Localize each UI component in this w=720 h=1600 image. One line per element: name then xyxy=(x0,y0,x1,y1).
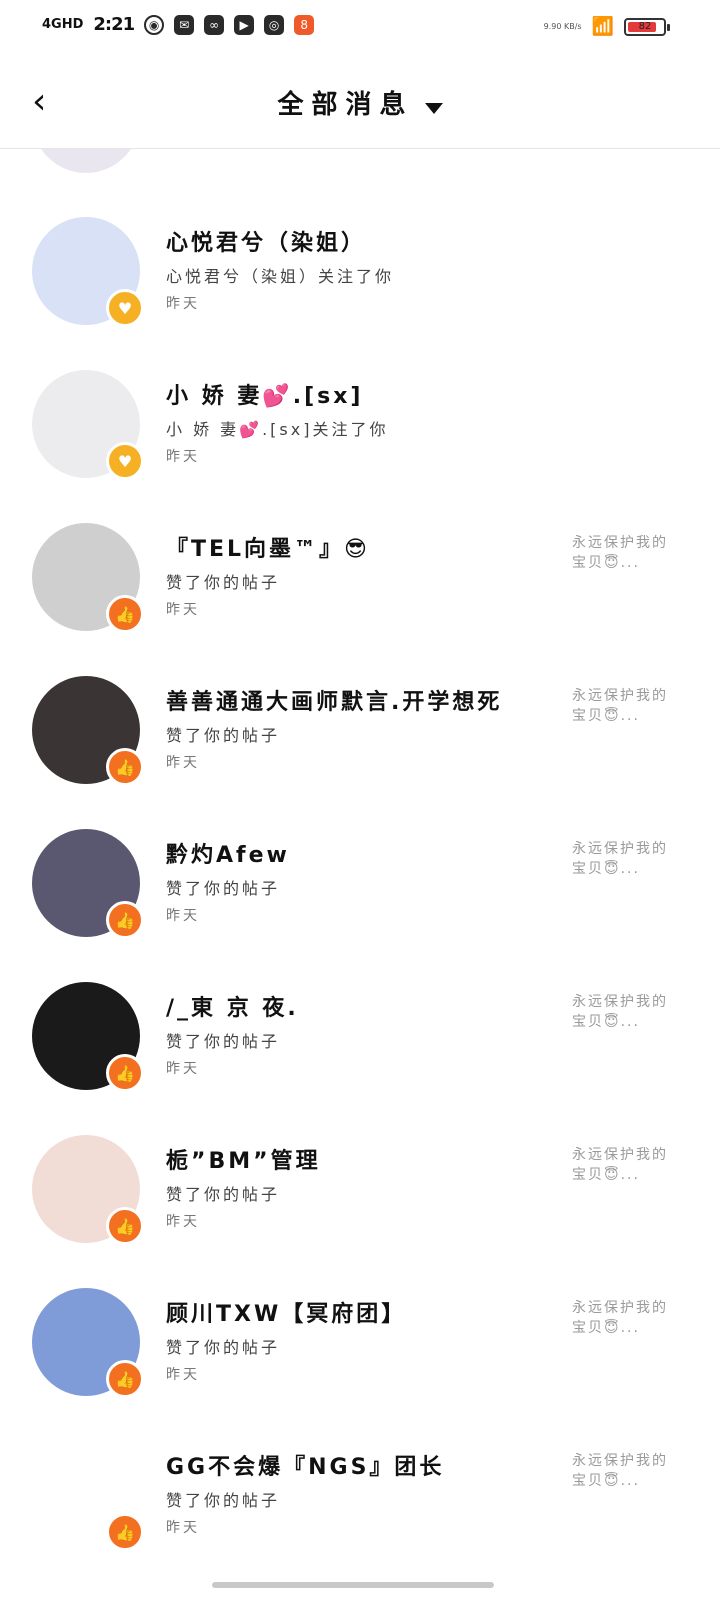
avatar-wrap[interactable]: 👍 xyxy=(32,829,144,939)
avatar-wrap[interactable]: 👍 xyxy=(32,676,144,786)
link-icon: ∞ xyxy=(204,14,225,35)
post-snippet[interactable]: 永远保护我的宝贝😇... xyxy=(572,1451,668,1491)
list-item-partial[interactable]: 👍 xyxy=(32,149,140,173)
post-snippet[interactable]: 永远保护我的宝贝😇... xyxy=(572,839,668,879)
user-name[interactable]: 栀”BM”管理 xyxy=(166,1143,321,1175)
home-indicator[interactable] xyxy=(212,1582,494,1588)
timestamp: 昨天 xyxy=(166,449,200,465)
avatar-wrap[interactable]: 👍 xyxy=(32,982,144,1092)
timestamp: 昨天 xyxy=(166,1061,200,1077)
avatar-wrap[interactable]: ♥ xyxy=(32,217,144,327)
notification-item[interactable]: 👍 栀”BM”管理赞了你的帖子 昨天 永远保护我的宝贝😇... xyxy=(0,1113,720,1266)
notification-item[interactable]: 👍 黔灼Afew 赞了你的帖子 昨天 永远保护我的宝贝😇... xyxy=(0,807,720,960)
notification-item[interactable]: 👍 GG不会爆『NGS』团长赞了你的帖子 昨天 永远保护我的宝贝😇... xyxy=(0,1419,720,1572)
clock: 2:21 xyxy=(93,14,135,35)
timestamp: 昨天 xyxy=(166,1214,200,1230)
heart-icon: ♥ xyxy=(106,442,144,480)
battery-level: 82 xyxy=(638,20,652,32)
post-snippet[interactable]: 永远保护我的宝贝😇... xyxy=(572,1298,668,1338)
thumbs-up-icon: 👍 xyxy=(106,1360,144,1398)
thumbs-up-icon: 👍 xyxy=(106,1207,144,1245)
notification-action: 赞了你的帖子 xyxy=(166,1032,281,1051)
timestamp: 昨天 xyxy=(166,755,200,771)
notification-action: 赞了你的帖子 xyxy=(166,726,281,745)
user-name[interactable]: 『TEL向墨™』😎 xyxy=(166,531,370,563)
notification-action: 心悦君兮（染姐）关注了你 xyxy=(166,267,395,286)
header: ‹ 全部消息 xyxy=(0,56,720,149)
avatar-wrap[interactable]: 👍 xyxy=(32,1135,144,1245)
timestamp: 昨天 xyxy=(166,1520,200,1536)
app-icon: 8 xyxy=(294,14,315,35)
post-snippet[interactable]: 永远保护我的宝贝😇... xyxy=(572,1145,668,1185)
wifi-icon: 📶 xyxy=(591,16,614,37)
notification-action: 赞了你的帖子 xyxy=(166,879,281,898)
network-indicator: 4GHD xyxy=(42,16,84,32)
user-name[interactable]: 小 娇 妻💕.[sx] xyxy=(166,378,363,410)
post-snippet[interactable]: 永远保护我的宝贝😇... xyxy=(572,533,668,573)
notification-item[interactable]: 👍 善善通通大画师默言.开学想死赞了你的帖子 昨天 永远保护我的宝贝😇... xyxy=(0,654,720,807)
post-snippet[interactable]: 永远保护我的宝贝😇... xyxy=(572,686,668,726)
mail-icon: ✉ xyxy=(174,14,195,35)
status-bar-right: 9.90 KB/s 📶 82 xyxy=(543,16,670,37)
avatar-wrap[interactable]: 👍 xyxy=(32,523,144,633)
timestamp: 昨天 xyxy=(166,296,200,312)
title-dropdown[interactable]: 全部消息 xyxy=(0,84,720,121)
post-snippet[interactable]: 永远保护我的宝贝😇... xyxy=(572,992,668,1032)
timestamp: 昨天 xyxy=(166,602,200,618)
notification-item[interactable]: 👍 『TEL向墨™』😎 赞了你的帖子 昨天 永远保护我的宝贝😇... xyxy=(0,501,720,654)
wechat-icon: ◎ xyxy=(264,14,285,35)
battery-icon: 82 xyxy=(624,17,670,36)
timestamp: 昨天 xyxy=(166,908,200,924)
notification-action: 赞了你的帖子 xyxy=(166,1491,281,1510)
status-bar: 4GHD 2:21 ◉ ✉ ∞ ▶ ◎ 8 9.90 KB/s 📶 82 xyxy=(0,0,720,56)
thumbs-up-icon: 👍 xyxy=(106,1054,144,1092)
user-name[interactable]: 心悦君兮（染姐） xyxy=(166,225,366,257)
netease-music-icon: ◉ xyxy=(144,14,165,35)
timestamp: 昨天 xyxy=(166,1367,200,1383)
notification-action: 赞了你的帖子 xyxy=(166,1338,281,1357)
thumbs-up-icon: 👍 xyxy=(106,901,144,939)
thumbs-up-icon: 👍 xyxy=(106,1513,144,1551)
page-title: 全部消息 xyxy=(277,90,414,120)
notification-item[interactable]: 👍 /_東 京 夜. 赞了你的帖子 昨天 永远保护我的宝贝😇... xyxy=(0,960,720,1113)
user-name[interactable]: /_東 京 夜. xyxy=(166,990,299,1022)
heart-icon: ♥ xyxy=(106,289,144,327)
user-name[interactable]: 善善通通大画师默言.开学想死 xyxy=(166,684,502,716)
thumbs-up-icon: 👍 xyxy=(106,595,144,633)
notification-list[interactable]: 👍 ♥ 心悦君兮（染姐） 心悦君兮（染姐）关注了你昨天 ♥ 小 娇 妻💕.[sx] 小 娇… xyxy=(0,149,720,1589)
notification-item[interactable]: ♥ 心悦君兮（染姐） 心悦君兮（染姐）关注了你 昨天 xyxy=(0,195,720,348)
thumbs-up-icon: 👍 xyxy=(106,748,144,786)
notification-action: 赞了你的帖子 xyxy=(166,1185,281,1204)
notification-action: 小 娇 妻💕.[sx]关注了你 xyxy=(166,420,389,439)
user-name[interactable]: 黔灼Afew xyxy=(166,837,290,869)
notification-item[interactable]: 👍 顾川TXW【冥府团】赞了你的帖子 昨天 永远保护我的宝贝😇... xyxy=(0,1266,720,1419)
avatar-wrap[interactable]: 👍 xyxy=(32,1441,144,1551)
network-speed: 9.90 KB/s xyxy=(543,22,582,31)
avatar-wrap[interactable]: ♥ xyxy=(32,370,144,480)
user-name[interactable]: GG不会爆『NGS』团长 xyxy=(166,1449,444,1481)
status-bar-left: 4GHD 2:21 ◉ ✉ ∞ ▶ ◎ 8 xyxy=(42,14,315,35)
notification-item[interactable]: ♥ 小 娇 妻💕.[sx] 小 娇 妻💕.[sx]关注了你 昨天 xyxy=(0,348,720,501)
caret-down-icon xyxy=(424,103,443,114)
notification-action: 赞了你的帖子 xyxy=(166,573,281,592)
user-name[interactable]: 顾川TXW【冥府团】 xyxy=(166,1296,406,1328)
avatar xyxy=(32,149,140,173)
video-icon: ▶ xyxy=(234,14,255,35)
avatar-wrap[interactable]: 👍 xyxy=(32,1288,144,1398)
